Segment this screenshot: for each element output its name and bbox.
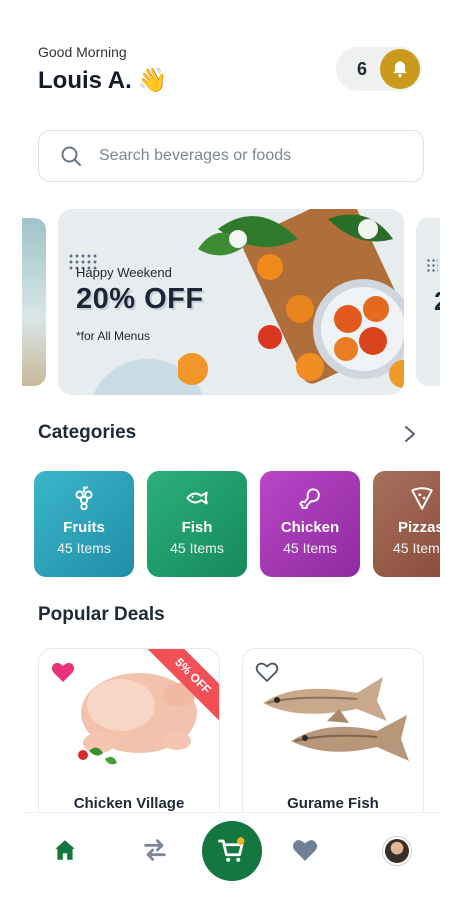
- nav-cart-button[interactable]: [202, 821, 262, 881]
- swap-icon: [144, 839, 166, 861]
- promo-banner[interactable]: Happy Weekend 20% OFF *for All Menus: [58, 209, 404, 395]
- deal-card-chicken-village[interactable]: 5% OFF Chicken Village: [38, 648, 220, 828]
- chevron-right-icon[interactable]: [400, 422, 420, 446]
- category-name: Chicken: [280, 519, 340, 536]
- deal-card-gurame-fish[interactable]: Gurame Fish: [242, 648, 424, 828]
- heart-filled-icon[interactable]: [51, 661, 75, 683]
- category-name: Pizzas: [398, 519, 440, 536]
- fruit-board-image: [178, 209, 404, 388]
- banner-subtitle: Happy Weekend: [76, 265, 172, 280]
- banner-next-slide[interactable]: 2: [416, 218, 440, 386]
- categories-title: Categories: [38, 422, 137, 443]
- username-text: Louis A.: [38, 66, 132, 94]
- category-count: 45 Items: [283, 540, 337, 556]
- grapes-icon: [75, 486, 93, 511]
- category-count: 45 Items: [393, 540, 440, 556]
- bell-icon: [380, 49, 420, 89]
- category-count: 45 Items: [57, 540, 111, 556]
- waving-hand-icon: 👋: [137, 67, 168, 94]
- dot-pattern: [426, 258, 438, 274]
- nav-swap[interactable]: [140, 835, 170, 865]
- category-fish[interactable]: Fish 45 Items: [147, 471, 247, 577]
- heart-outline-icon[interactable]: [255, 661, 279, 683]
- pizza-icon: [411, 487, 433, 510]
- avatar[interactable]: [383, 837, 411, 865]
- deal-name: Gurame Fish: [287, 795, 379, 812]
- banner-note: *for All Menus: [76, 329, 151, 343]
- category-name: Fish: [181, 519, 213, 536]
- notification-button[interactable]: 6: [336, 47, 422, 91]
- category-fruits[interactable]: Fruits 45 Items: [34, 471, 134, 577]
- greeting-text: Good Morning: [38, 44, 127, 60]
- home-icon: [55, 840, 75, 860]
- banner-prev-slide[interactable]: [22, 218, 46, 386]
- next-slide-title: 2: [434, 286, 440, 317]
- fish-icon: [186, 491, 208, 505]
- category-pizzas[interactable]: Pizzas 45 Items: [373, 471, 440, 577]
- fish-image: [263, 677, 409, 761]
- notification-count: 6: [356, 58, 367, 79]
- popular-deals-title: Popular Deals: [38, 604, 165, 625]
- nav-favorites[interactable]: [290, 835, 320, 865]
- nav-home[interactable]: [50, 835, 80, 865]
- username: Louis A. 👋: [38, 66, 168, 95]
- deal-name: Chicken Village: [73, 795, 185, 812]
- category-count: 45 Items: [170, 540, 224, 556]
- category-name: Fruits: [63, 519, 105, 536]
- cart-icon: [218, 837, 245, 862]
- category-chicken[interactable]: Chicken 45 Items: [260, 471, 360, 577]
- search-bar[interactable]: [38, 130, 424, 182]
- chicken-leg-icon: [299, 488, 320, 509]
- heart-icon: [292, 840, 318, 861]
- bottom-navigation: [22, 812, 440, 892]
- search-icon: [61, 146, 81, 166]
- search-input[interactable]: [99, 147, 399, 165]
